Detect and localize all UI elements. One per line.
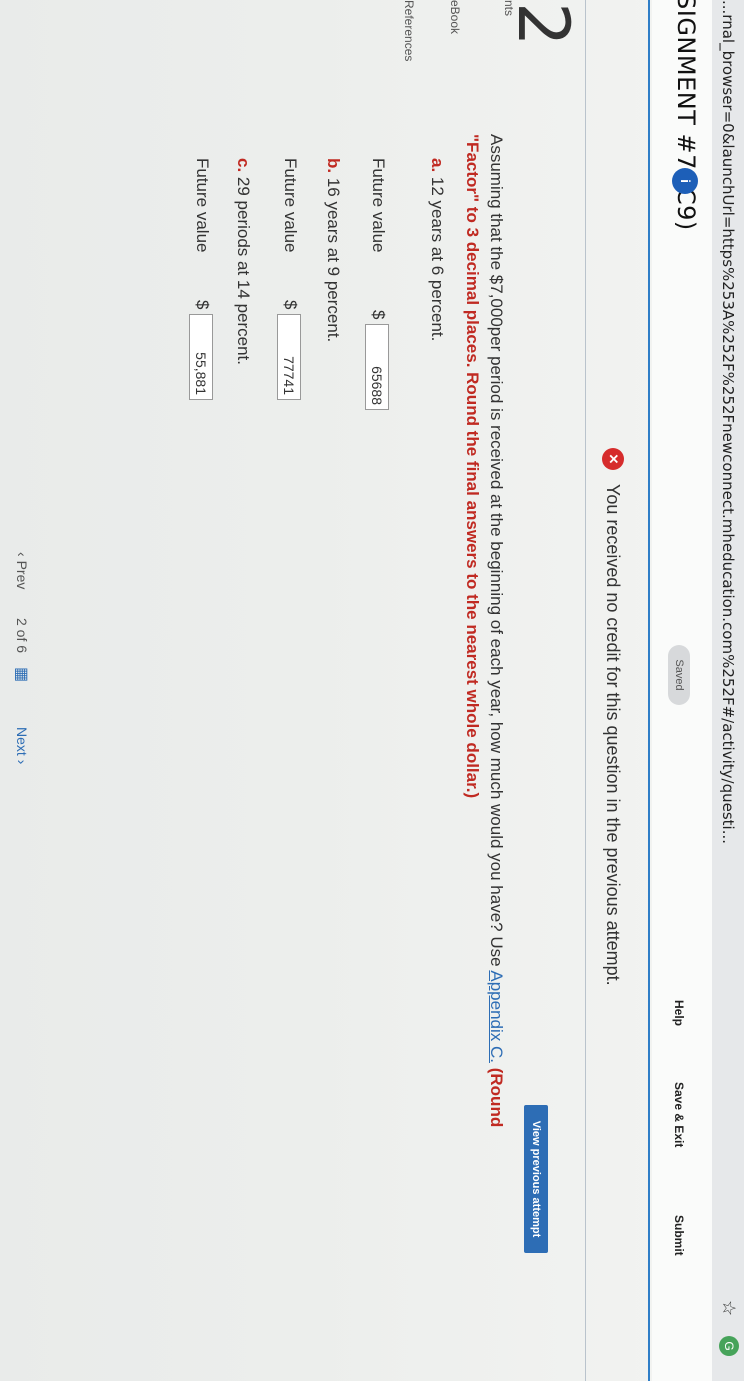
currency-symbol: $ (281, 300, 300, 310)
quiz-page: ...rnal_browser=0&launchUrl=https%253A%2… (0, 0, 744, 1381)
references-link[interactable]: References (402, 0, 416, 61)
next-button[interactable]: Next › (14, 727, 30, 764)
question-grid-icon[interactable]: ▦ (12, 667, 32, 682)
browser-address-bar[interactable]: ...rnal_browser=0&launchUrl=https%253A%2… (711, 0, 744, 1381)
url-text[interactable]: ...rnal_browser=0&launchUrl=https%253A%2… (719, 0, 737, 844)
prev-label: Prev (14, 560, 30, 590)
save-exit-link[interactable]: Save & Exit (672, 1082, 686, 1147)
round-note-start: (Round (487, 1067, 506, 1128)
part-text: 16 years at 9 percent. (324, 177, 343, 343)
part-letter: a. (428, 158, 447, 173)
view-previous-attempt-button[interactable]: View previous attempt (524, 1105, 548, 1253)
future-value-input-b[interactable]: 77741 (277, 314, 301, 400)
currency-symbol: $ (193, 300, 212, 310)
question-prompt: Assuming that the $7,000per period is re… (486, 134, 506, 1127)
notice-text: You received no credit for this question… (603, 484, 623, 986)
error-x-icon: ✕ (602, 448, 624, 470)
next-label: Next (14, 727, 30, 756)
future-value-label: Future value (369, 158, 388, 253)
bookmark-star-icon[interactable]: ☆ (718, 1300, 739, 1316)
future-value-label: Future value (281, 158, 300, 253)
part-text: 29 periods at 14 percent. (234, 176, 253, 365)
question-footer (0, 0, 44, 1381)
round-note-continued: "Factor" to 3 decimal places. Round the … (463, 134, 482, 799)
future-value-input-a[interactable]: 65688 (365, 324, 389, 410)
part-text: 12 years at 6 percent. (428, 176, 447, 342)
currency-symbol: $ (369, 310, 388, 320)
saved-badge: Saved (668, 645, 690, 705)
submit-link[interactable]: Submit (672, 1215, 686, 1256)
appendix-link[interactable]: Appendix C. (487, 970, 506, 1063)
prev-button[interactable]: ‹ Prev (14, 552, 30, 589)
part-letter: c. (234, 158, 253, 173)
future-value-label: Future value (193, 158, 212, 253)
extension-icon[interactable]: G (719, 1336, 739, 1356)
part-letter: b. (324, 158, 343, 174)
help-link[interactable]: Help (672, 1000, 686, 1026)
future-value-input-c[interactable]: 55,881 (189, 314, 213, 400)
part-c-prompt: c. 29 periods at 14 percent. (233, 158, 253, 365)
info-icon[interactable]: i (672, 168, 698, 194)
page-count: 2 of 6 (14, 618, 30, 654)
points-label: nts (502, 0, 516, 17)
part-b-prompt: b. 16 years at 9 percent. (323, 158, 343, 342)
part-a-prompt: a. 12 years at 6 percent. (427, 158, 447, 341)
ebook-link[interactable]: eBook (448, 0, 462, 34)
header-divider (648, 0, 650, 1381)
assignment-title: SIGNMENT #7 (C9) (672, 0, 700, 231)
prompt-text: Assuming that the $7,000per period is re… (487, 134, 506, 967)
